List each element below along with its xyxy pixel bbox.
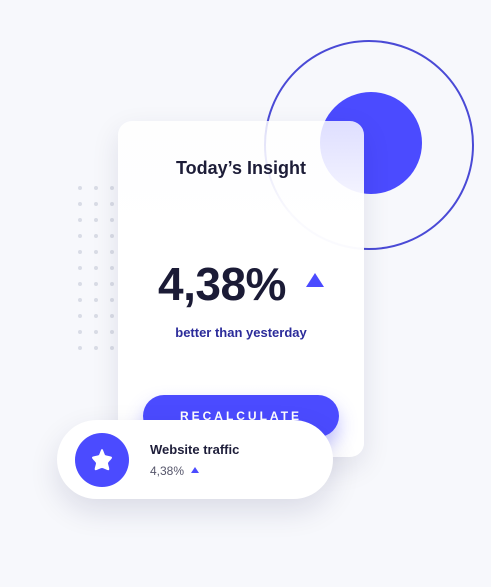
decor-dot xyxy=(94,218,98,222)
decor-dot xyxy=(94,234,98,238)
decor-dot xyxy=(94,202,98,206)
decor-dot xyxy=(94,186,98,190)
decor-dot xyxy=(110,186,114,190)
decor-dot xyxy=(110,266,114,270)
decor-dot xyxy=(110,282,114,286)
decor-dot xyxy=(78,266,82,270)
traffic-card-value: 4,38% xyxy=(150,464,185,478)
insight-card-title: Today’s Insight xyxy=(175,158,306,178)
triangle-up-icon xyxy=(306,273,324,287)
star-icon xyxy=(92,449,112,471)
decor-dot xyxy=(78,218,82,222)
decor-dot xyxy=(94,298,98,302)
decor-dot xyxy=(78,234,82,238)
decor-dot xyxy=(110,298,114,302)
decor-dot xyxy=(78,330,82,334)
decor-dot xyxy=(94,346,98,350)
decor-dot xyxy=(78,346,82,350)
decor-dot xyxy=(78,282,82,286)
background-dot-grid xyxy=(78,186,114,350)
traffic-card-title: Website traffic xyxy=(150,442,240,457)
decor-dot xyxy=(110,202,114,206)
triangle-up-icon xyxy=(191,467,199,473)
decor-dot xyxy=(78,186,82,190)
decor-dot xyxy=(78,250,82,254)
decor-dot xyxy=(94,266,98,270)
decor-dot xyxy=(78,314,82,318)
decor-dot xyxy=(110,330,114,334)
insight-metric-subtitle: better than yesterday xyxy=(175,325,307,340)
decor-dot xyxy=(110,250,114,254)
decor-dot xyxy=(78,202,82,206)
decor-dot xyxy=(94,330,98,334)
decor-dot xyxy=(78,298,82,302)
website-traffic-card: Website traffic 4,38% xyxy=(57,420,333,499)
decor-dot xyxy=(94,314,98,318)
traffic-icon-badge xyxy=(75,433,129,487)
insight-metric-value: 4,38% xyxy=(158,258,286,310)
decor-dot xyxy=(110,314,114,318)
decor-dot xyxy=(94,250,98,254)
decor-dot xyxy=(110,234,114,238)
decor-dot xyxy=(110,218,114,222)
decor-dot xyxy=(110,346,114,350)
decor-dot xyxy=(94,282,98,286)
